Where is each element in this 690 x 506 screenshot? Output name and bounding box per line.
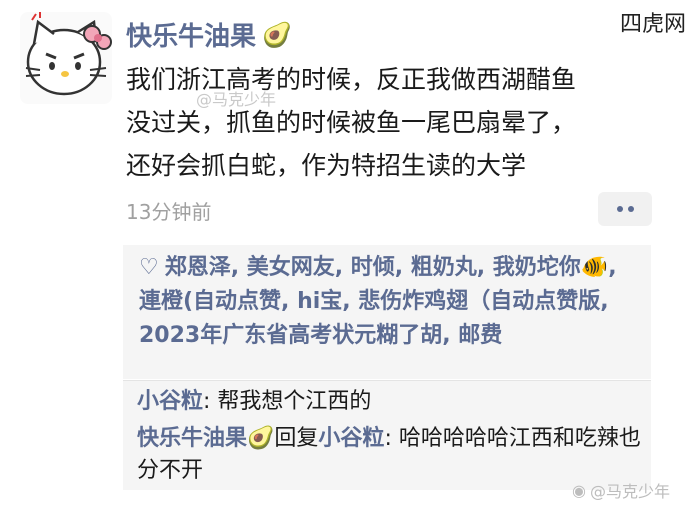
comment-text: 帮我想个江西的 (217, 389, 372, 414)
bottom-watermark-text: @马克少年 (589, 482, 670, 501)
likes-panel: ♡ 郑恩泽, 美女网友, 时倾, 粗奶丸, 我奶坨你🐠, 連橙(自动点赞, hi宝… (123, 245, 651, 379)
avatar[interactable] (20, 12, 112, 104)
post-time: 13分钟前 (126, 200, 212, 224)
dot-icon (616, 206, 623, 212)
comment-author[interactable]: 小谷粒 (137, 389, 203, 414)
comment-separator: : (203, 389, 218, 414)
reply-word: 回复 (274, 426, 319, 451)
likes-list: ♡ 郑恩泽, 美女网友, 时倾, 粗奶丸, 我奶坨你🐠, 連橙(自动点赞, hi宝… (139, 251, 644, 353)
weibo-logo-icon: ◉ (572, 480, 586, 500)
post-author[interactable]: 快乐牛油果 🥑 (126, 16, 292, 53)
comments-panel: 小谷粒: 帮我想个江西的 快乐牛油果🥑回复小谷粒: 哈哈哈哈哈江西和吃辣也分不开 (123, 381, 651, 490)
comment-separator: : (384, 426, 399, 451)
comment-item[interactable]: 小谷粒: 帮我想个江西的 (137, 385, 371, 419)
post-body: 我们浙江高考的时候，反正我做西湖醋鱼 没过关，抓鱼的时候被鱼一尾巴扇晕了， 还好… (126, 58, 666, 187)
dot-icon (627, 206, 634, 212)
post-line-3: 还好会抓白蛇，作为特招生读的大学 (126, 151, 527, 180)
hello-kitty-avatar-icon (20, 12, 112, 104)
bottom-watermark: ◉ @马克少年 (572, 478, 670, 502)
author-name: 快乐牛油果 (126, 22, 257, 52)
avocado-icon: 🥑 (262, 20, 292, 49)
heart-outline-icon: ♡ (139, 255, 159, 280)
reply-to-name[interactable]: 小谷粒 (318, 426, 384, 451)
comment-item[interactable]: 快乐牛油果🥑回复小谷粒: 哈哈哈哈哈江西和吃辣也分不开 (137, 423, 642, 487)
comment-author[interactable]: 快乐牛油果🥑 (137, 426, 274, 451)
more-options-button[interactable] (598, 192, 652, 226)
likes-names[interactable]: 郑恩泽, 美女网友, 时倾, 粗奶丸, 我奶坨你🐠, 連橙(自动点赞, hi宝,… (139, 255, 617, 348)
site-watermark: 四虎网 (619, 12, 686, 37)
inline-watermark: @马克少年 (196, 90, 277, 109)
